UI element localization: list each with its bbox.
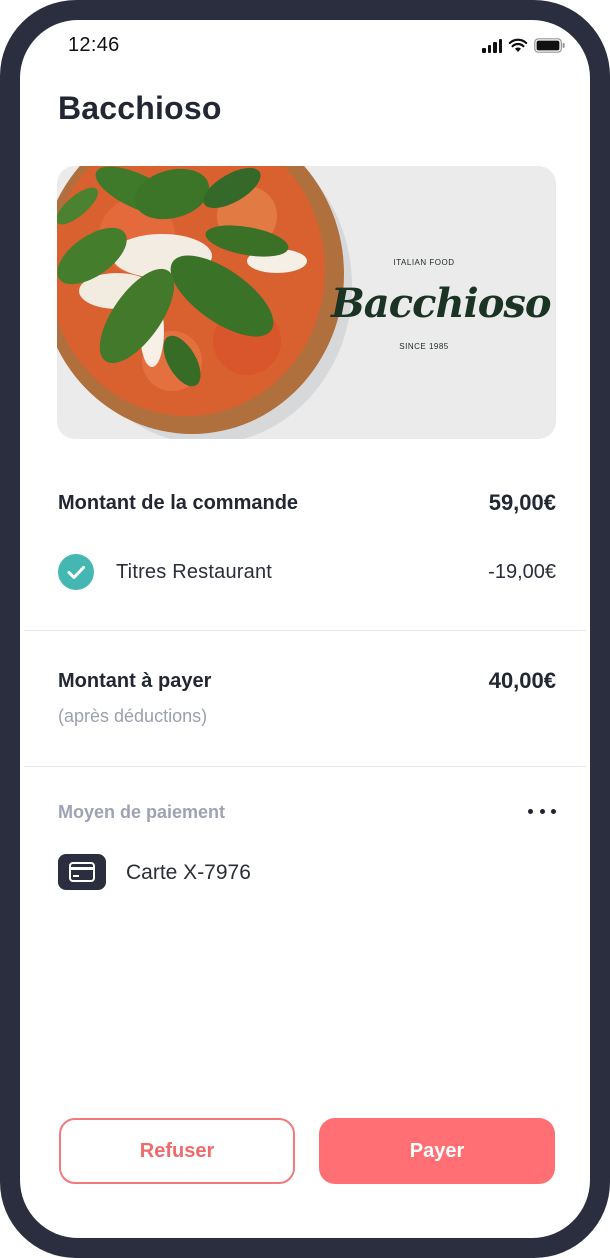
- status-time: 12:46: [68, 34, 120, 56]
- divider: [24, 766, 586, 767]
- order-amount-label: Montant de la commande: [58, 492, 299, 514]
- more-options-icon[interactable]: [528, 800, 556, 822]
- check-icon[interactable]: [58, 554, 94, 590]
- amount-to-pay-note: (après déductions): [58, 706, 208, 726]
- hero-banner: ITALIAN FOOD Bacchioso SINCE 1985: [57, 166, 556, 439]
- payment-method-label[interactable]: Carte X-7976: [126, 861, 251, 885]
- page-title: Bacchioso: [58, 90, 222, 126]
- screen: 12:46 Bacchioso ITALIAN FOOD Bacchioso S…: [20, 20, 590, 1238]
- refuse-button[interactable]: Refuser: [59, 1118, 295, 1184]
- divider: [24, 630, 586, 631]
- battery-icon: [534, 38, 566, 53]
- status-bar: 12:46: [20, 20, 590, 72]
- brand-tagline: ITALIAN FOOD: [393, 258, 455, 267]
- hero-brand: ITALIAN FOOD Bacchioso SINCE 1985: [327, 166, 556, 439]
- voucher-label: Titres Restaurant: [116, 561, 273, 583]
- status-icons: [482, 38, 566, 53]
- brand-since: SINCE 1985: [399, 342, 449, 351]
- voucher-amount: -19,00€: [488, 561, 556, 583]
- signal-icon: [482, 38, 502, 53]
- credit-card-icon: [58, 854, 106, 890]
- amount-to-pay-value: 40,00€: [488, 668, 556, 693]
- amount-to-pay-label: Montant à payer: [58, 670, 212, 692]
- brand-logo: Bacchioso: [331, 280, 552, 327]
- phone-frame: 12:46 Bacchioso ITALIAN FOOD Bacchioso S…: [0, 0, 610, 1258]
- wifi-icon: [508, 38, 528, 53]
- order-amount-value: 59,00€: [488, 490, 556, 515]
- payment-method-title: Moyen de paiement: [58, 802, 226, 822]
- pay-button[interactable]: Payer: [319, 1118, 555, 1184]
